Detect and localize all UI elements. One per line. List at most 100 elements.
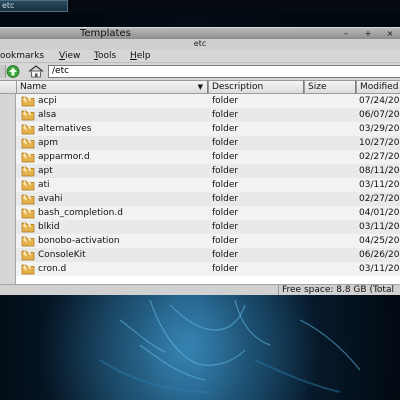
file-name: bonobo-activation [38,236,120,246]
file-list: acpi folder 07/24/20 alsa folder 06/07/20 alte… [16,94,400,284]
go-up-button[interactable] [4,65,22,78]
folder-icon [21,122,35,136]
column-size[interactable]: Size [304,80,356,94]
file-name: blkid [38,222,60,232]
menu-view[interactable]: View [59,51,80,62]
file-modified: 08/11/20 [359,166,400,176]
file-description: folder [212,110,239,120]
menu-tools[interactable]: Tools [94,51,116,62]
free-space-status: Free space: 8.8 GB (Total [278,285,400,295]
file-description: folder [212,250,239,260]
file-size [308,220,356,234]
folder-icon [21,94,35,108]
file-description: folder [212,208,239,218]
folder-icon [21,108,35,122]
file-modified: 02/27/20 [359,194,400,204]
file-row[interactable]: bash_completion.d folder 04/01/20 [16,206,400,220]
menu-bookmarks[interactable]: ookmarks [0,51,44,62]
file-row[interactable]: apm folder 10/27/20 [16,136,400,150]
top-panel: etc [0,0,400,13]
status-bar: Free space: 8.8 GB (Total [0,284,400,295]
file-modified: 03/29/20 [359,124,400,134]
file-size [308,136,356,150]
file-row[interactable]: avahi folder 02/27/20 [16,192,400,206]
file-name: alsa [38,110,57,120]
file-name: avahi [38,194,63,204]
column-description[interactable]: Description [208,80,304,94]
file-name: ati [38,180,50,190]
menubar: ookmarks View Tools Help [0,50,400,63]
up-arrow-icon [6,65,20,78]
folder-icon [21,178,35,192]
column-name[interactable]: Name ▼ [16,80,208,94]
file-size [308,94,356,108]
file-row[interactable]: apparmor.d folder 02/27/20 [16,150,400,164]
file-size [308,262,356,276]
side-pane-edge [0,94,16,284]
file-modified: 04/25/20 [359,236,400,246]
header-spacer [0,80,17,94]
menu-help[interactable]: Help [130,51,151,62]
folder-icon [21,234,35,248]
folder-icon [21,192,35,206]
file-modified: 02/27/20 [359,152,400,162]
folder-icon [21,262,35,276]
file-description: folder [212,138,239,148]
file-name: bash_completion.d [38,208,123,218]
file-size [308,234,356,248]
file-name: cron.d [38,264,67,274]
file-row[interactable]: bonobo-activation folder 04/25/20 [16,234,400,248]
folder-icon [21,136,35,150]
file-size [308,122,356,136]
column-name-label: Name [20,82,47,92]
file-size [308,178,356,192]
file-manager-window: etc ookmarks View Tools Help /etc Name ▼ [0,38,400,295]
file-size [308,150,356,164]
home-button[interactable] [27,65,45,78]
file-row[interactable]: apt folder 08/11/20 [16,164,400,178]
column-modified[interactable]: Modified [356,80,400,94]
file-row[interactable]: alternatives folder 03/29/20 [16,122,400,136]
folder-icon [21,248,35,262]
file-size [308,206,356,220]
file-modified: 04/01/20 [359,208,400,218]
file-row[interactable]: ConsoleKit folder 06/26/20 [16,248,400,262]
file-name: apt [38,166,53,176]
file-name: ConsoleKit [38,250,86,260]
file-size [308,164,356,178]
file-description: folder [212,152,239,162]
folder-icon [21,150,35,164]
folder-icon [21,164,35,178]
folder-icon [21,220,35,234]
file-row[interactable]: cron.d folder 03/11/20 [16,262,400,276]
file-description: folder [212,124,239,134]
file-row[interactable]: blkid folder 03/11/20 [16,220,400,234]
file-size [308,108,356,122]
home-icon [28,65,44,78]
location-bar[interactable]: /etc [48,65,400,78]
toolbar: /etc [0,64,400,79]
taskbar-button-etc[interactable]: etc [0,0,68,12]
file-modified: 03/11/20 [359,222,400,232]
file-modified: 03/11/20 [359,264,400,274]
file-modified: 06/26/20 [359,250,400,260]
file-modified: 07/24/20 [359,96,400,106]
file-modified: 10/27/20 [359,138,400,148]
file-modified: 03/11/20 [359,180,400,190]
file-name: acpi [38,96,57,106]
folder-icon [21,206,35,220]
file-row[interactable]: acpi folder 07/24/20 [16,94,400,108]
file-manager-title: etc [0,39,400,50]
file-description: folder [212,180,239,190]
file-name: apm [38,138,58,148]
file-row[interactable]: ati folder 03/11/20 [16,178,400,192]
status-left-segment [0,285,4,295]
file-modified: 06/07/20 [359,110,400,120]
file-description: folder [212,194,239,204]
file-name: alternatives [38,124,92,134]
file-description: folder [212,96,239,106]
file-size [308,192,356,206]
file-description: folder [212,236,239,246]
file-row[interactable]: alsa folder 06/07/20 [16,108,400,122]
sort-down-icon: ▼ [197,83,203,91]
